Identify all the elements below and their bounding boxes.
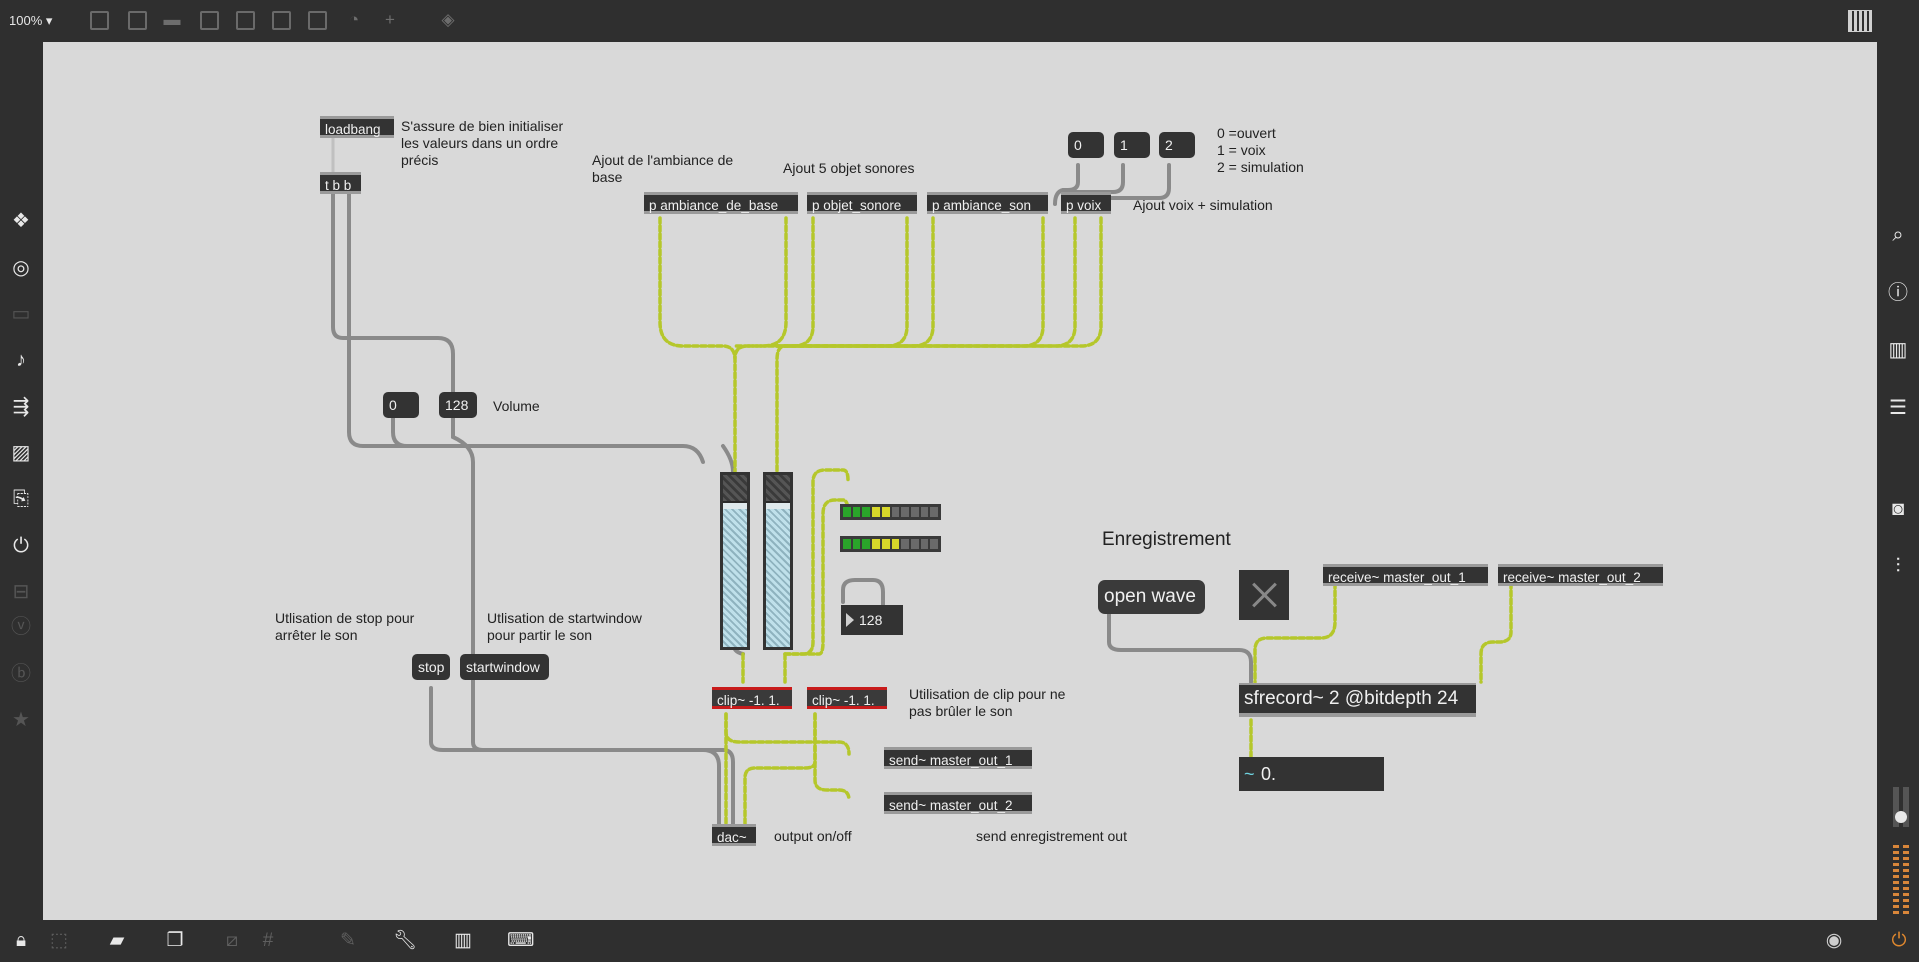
list-icon[interactable]: ☰ [1885, 395, 1911, 421]
selection-icon[interactable]: ✎ [335, 928, 361, 954]
slider-icon[interactable] [308, 11, 327, 30]
number-box[interactable]: 128 [841, 605, 903, 635]
stop-message[interactable]: stop [412, 654, 450, 680]
presentation-icon[interactable]: ▰ [104, 928, 130, 954]
window-icon[interactable]: ▭ [8, 301, 34, 327]
keyboard-icon[interactable]: ⌨ [507, 928, 534, 954]
signal-number-display: ~0. [1239, 757, 1384, 791]
subpatch-voix[interactable]: p voix [1061, 192, 1111, 214]
left-sidebar: ❖ ◎ ▭ ♪ ⇶ ▨ ⎘ ⏻ ⊟ ⓥ ⓑ ★ [0, 42, 43, 920]
objets-comment: Ajout 5 objet sonores [783, 160, 915, 176]
subpatch-ambiance-son[interactable]: p ambiance_son [927, 192, 1048, 214]
gain-slider-left[interactable] [720, 472, 750, 650]
zoom-dropdown[interactable]: 100% ▾ [9, 13, 52, 29]
button-icon[interactable] [236, 11, 255, 30]
voix-comment: Ajout voix + simulation [1133, 197, 1273, 213]
loadbang-object[interactable]: loadbang [320, 116, 394, 138]
message-1[interactable]: 1 [1114, 132, 1150, 158]
windows-icon[interactable]: ❐ [162, 928, 188, 954]
send-master-out-1[interactable]: send~ master_out_1 [884, 747, 1032, 769]
message-icon[interactable] [128, 11, 147, 30]
gain-slider-right[interactable] [763, 472, 793, 650]
beap-icon[interactable]: ⓑ [8, 661, 34, 687]
piano-icon[interactable]: ▥ [450, 928, 476, 954]
lock-icon[interactable]: 🔒︎ [8, 928, 34, 954]
connector-icon[interactable]: ⊟ [8, 579, 34, 605]
music-note-icon[interactable]: ♪ [8, 347, 34, 373]
wrench-icon[interactable]: 🔧︎ [392, 928, 418, 954]
image-icon[interactable]: ▨ [8, 440, 34, 466]
volume-comment: Volume [493, 398, 540, 414]
info-icon[interactable]: ⓘ [1885, 280, 1911, 306]
target-icon[interactable]: ◎ [8, 255, 34, 281]
message-0[interactable]: 0 [1068, 132, 1104, 158]
book-icon[interactable]: ▥ [1885, 337, 1911, 363]
master-volume-meter[interactable] [1891, 785, 1911, 920]
receive-master-out-2[interactable]: receive~ master_out_2 [1498, 564, 1663, 586]
subpatch-ambiance-de-base[interactable]: p ambiance_de_base [644, 192, 798, 214]
subpatch-objet-sonore[interactable]: p objet_sonore [807, 192, 917, 214]
stop-comment: Utlisation de stop pour arrêter le son [275, 610, 415, 643]
dac-comment: output on/off [774, 828, 852, 844]
patch-cords [331, 136, 1513, 826]
plus-icon[interactable]: + [379, 9, 401, 31]
clip-object-left[interactable]: clip~ -1. 1. [712, 687, 792, 709]
toggle-icon[interactable] [200, 11, 219, 30]
playlist-icon[interactable]: ⇶ [8, 394, 34, 420]
star-icon[interactable]: ★ [8, 707, 34, 733]
signal-value: 0. [1261, 764, 1277, 784]
vst-icon[interactable]: ⓥ [8, 614, 34, 640]
open-wave-message[interactable]: open wave [1098, 580, 1205, 614]
message-2[interactable]: 2 [1159, 132, 1195, 158]
level-meter-left [840, 504, 941, 520]
hide-icon[interactable]: ⧄ [219, 928, 245, 954]
paperclip-icon[interactable]: ⎘ [8, 486, 34, 512]
dac-object[interactable]: dac~ [712, 824, 756, 846]
package-icon[interactable]: ❖ [8, 208, 34, 234]
clip-comment: Utilisation de clip pour ne pas brûler l… [909, 686, 1066, 719]
volume-message-0[interactable]: 0 [383, 392, 419, 418]
paint-icon[interactable]: ◈ [437, 9, 459, 31]
send-comment: send enregistrement out [976, 828, 1127, 844]
volume-message-128[interactable]: 128 [439, 392, 477, 418]
plug-icon[interactable]: ⏻ [8, 533, 34, 559]
play-icon[interactable]: ◉ [1821, 928, 1847, 954]
sfrecord-object[interactable]: sfrecord~ 2 @bitdepth 24 [1239, 683, 1476, 717]
receive-master-out-1[interactable]: receive~ master_out_1 [1323, 564, 1488, 586]
startwindow-message[interactable]: startwindow [460, 654, 549, 680]
send-master-out-2[interactable]: send~ master_out_2 [884, 792, 1032, 814]
startwindow-comment: Utlisation de startwindow pour partir le… [487, 610, 642, 643]
mixer-icon[interactable]: ⫶ [1885, 553, 1911, 579]
power-icon[interactable]: ⏻ [1886, 928, 1912, 954]
level-meter-right [840, 536, 941, 552]
enregistrement-title: Enregistrement [1102, 529, 1231, 550]
grid-view-icon[interactable] [1848, 10, 1872, 32]
ambiance-comment: Ajout de l'ambiance de base [592, 152, 734, 185]
record-toggle[interactable] [1239, 570, 1289, 620]
dial-icon[interactable]: ◔ [343, 9, 365, 31]
trigger-object[interactable]: t b b [320, 172, 361, 194]
grid-icon[interactable]: # [255, 928, 281, 954]
clip-object-right[interactable]: clip~ -1. 1. [807, 687, 887, 709]
toolbar-top: 100% ▾ ▬ ◔ + ◈ [0, 0, 1919, 42]
comment-icon[interactable]: ▬ [161, 9, 183, 31]
signal-wave-icon: ~ [1244, 764, 1255, 784]
toolbar-bottom: 🔒︎ ⬚ ▰ ❐ ⧄ # ✎ 🔧︎ ▥ ⌨ ◉ ⏻ [0, 920, 1919, 962]
patcher-canvas[interactable]: loadbang S'assure de bien initialiser le… [43, 42, 1877, 920]
bang-icon[interactable] [272, 11, 291, 30]
edit-select-icon[interactable]: ⬚ [46, 928, 72, 954]
loadbang-comment: S'assure de bien initialiser les valeurs… [401, 118, 564, 168]
search-icon[interactable]: ⌕ [1885, 222, 1911, 248]
voix-legend: 0 =ouvert 1 = voix 2 = simulation [1217, 125, 1304, 175]
presentation-icon[interactable] [90, 11, 109, 30]
snapshot-icon[interactable]: ◙ [1885, 496, 1911, 522]
